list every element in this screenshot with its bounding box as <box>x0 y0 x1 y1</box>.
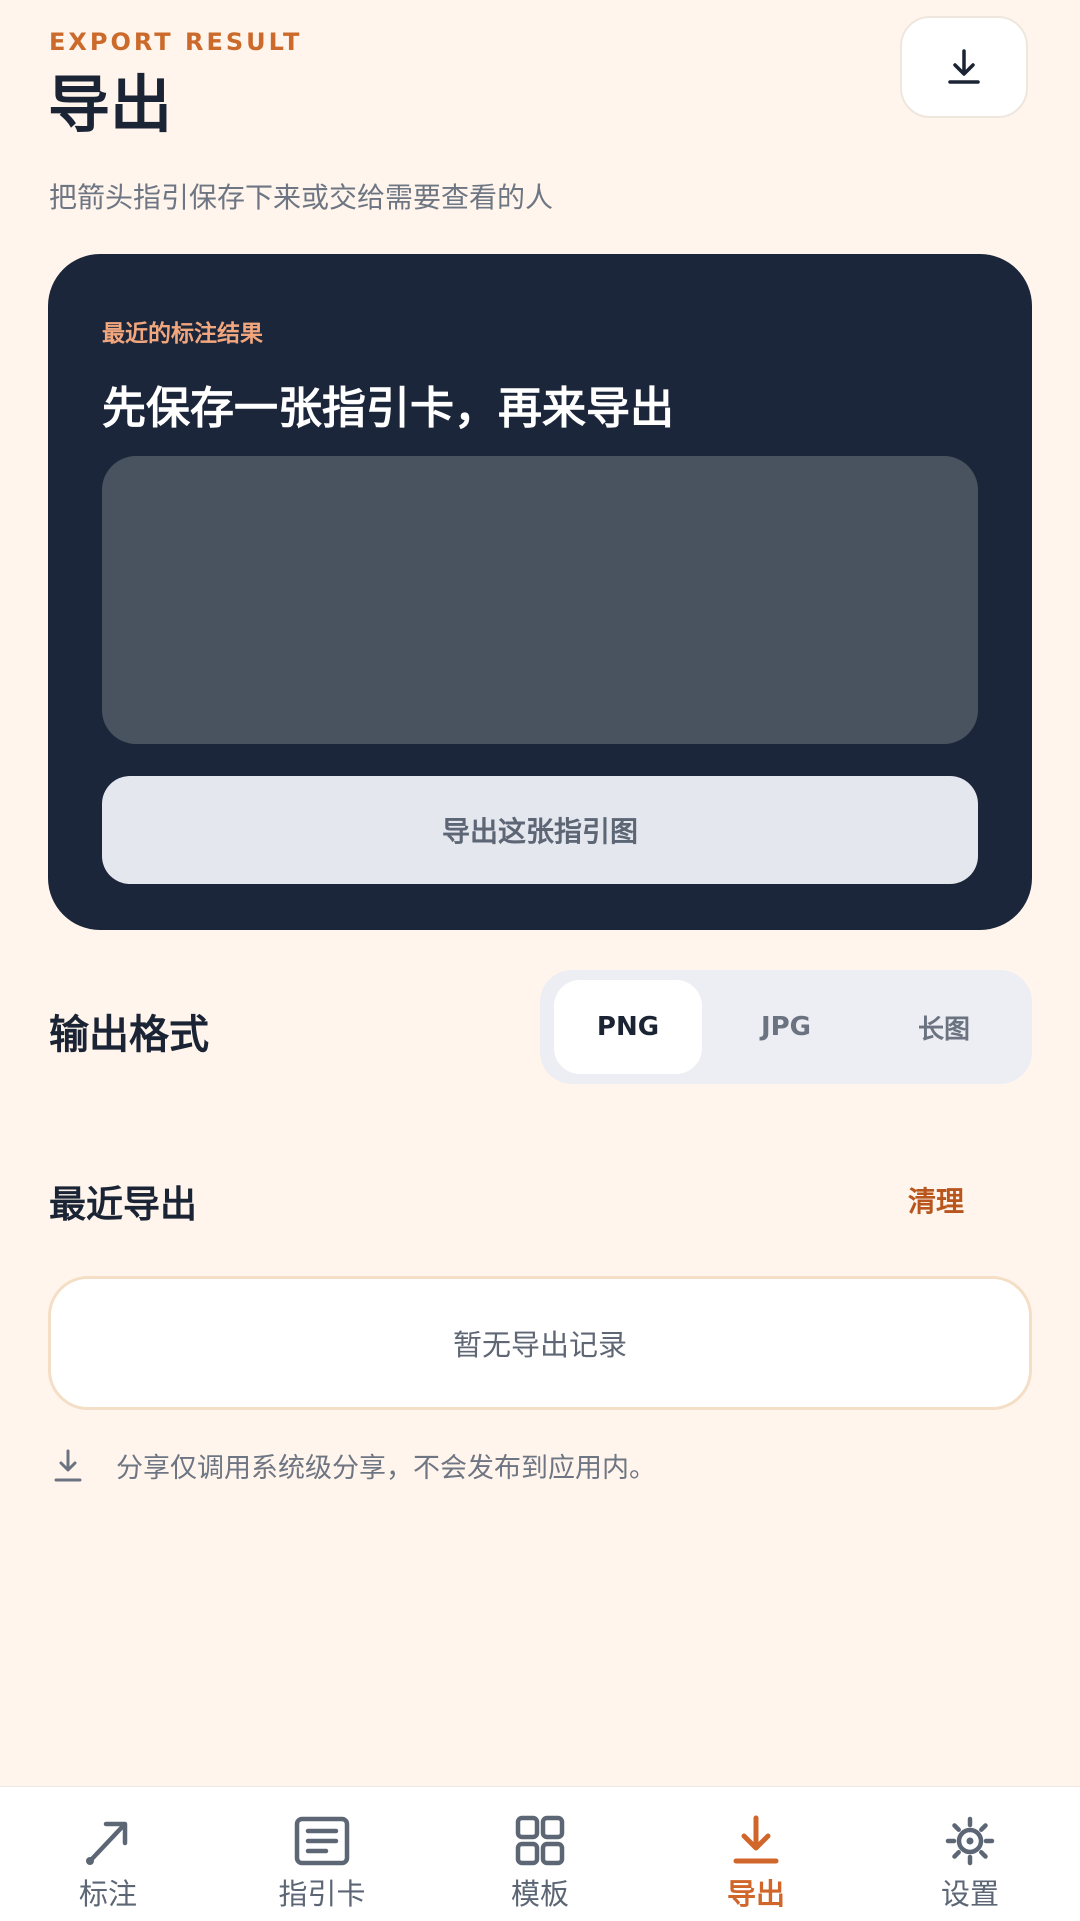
card-icon <box>294 1816 350 1866</box>
page-title: 导出 <box>48 68 173 141</box>
nav-item-templates[interactable]: 模板 <box>450 1787 630 1921</box>
download-icon <box>733 1815 779 1864</box>
format-option-jpg[interactable]: JPG <box>712 980 860 1074</box>
gear-icon <box>945 1816 995 1866</box>
preview-placeholder <box>102 456 978 744</box>
format-segmented-control: PNG JPG 长图 <box>540 970 1032 1084</box>
nav-item-settings[interactable]: 设置 <box>880 1787 1060 1921</box>
export-image-button[interactable]: 导出这张指引图 <box>102 776 978 884</box>
nav-label-export: 导出 <box>726 1877 785 1911</box>
nav-item-annotate[interactable]: 标注 <box>18 1787 198 1921</box>
nav-label-guide-cards: 指引卡 <box>278 1877 366 1911</box>
recent-annotation-card: 最近的标注结果 先保存一张指引卡，再来导出 导出这张指引图 <box>48 254 1032 930</box>
nav-item-export[interactable]: 导出 <box>666 1787 846 1921</box>
recent-exports-label: 最近导出 <box>49 1183 197 1226</box>
arrow-icon <box>86 1821 128 1865</box>
nav-item-guide-cards[interactable]: 指引卡 <box>232 1787 412 1921</box>
download-icon <box>948 49 980 84</box>
share-note-text: 分享仅调用系统级分享，不会发布到应用内。 <box>116 1453 656 1484</box>
page-eyebrow: EXPORT RESULT <box>49 28 303 56</box>
format-option-png[interactable]: PNG <box>554 980 702 1074</box>
grid-icon <box>515 1815 565 1866</box>
share-note: 分享仅调用系统级分享，不会发布到应用内。 <box>52 1446 656 1485</box>
nav-label-templates: 模板 <box>510 1877 569 1911</box>
format-option-long-image[interactable]: 长图 <box>870 980 1018 1074</box>
card-eyebrow: 最近的标注结果 <box>102 321 263 347</box>
clear-button[interactable]: 清理 <box>908 1180 964 1220</box>
empty-exports-text: 暂无导出记录 <box>452 1328 627 1362</box>
nav-label-settings: 设置 <box>940 1877 999 1911</box>
format-label: 输出格式 <box>49 1012 209 1058</box>
header-download-button[interactable] <box>900 16 1028 118</box>
download-icon <box>54 1449 82 1481</box>
empty-exports-placeholder: 暂无导出记录 <box>48 1276 1032 1410</box>
card-title: 先保存一张指引卡，再来导出 <box>102 383 674 434</box>
nav-label-annotate: 标注 <box>78 1877 137 1911</box>
bottom-nav: 标注 指引卡 模板 导出 设置 <box>0 1786 1080 1921</box>
page-subtitle: 把箭头指引保存下来或交给需要查看的人 <box>49 181 554 214</box>
